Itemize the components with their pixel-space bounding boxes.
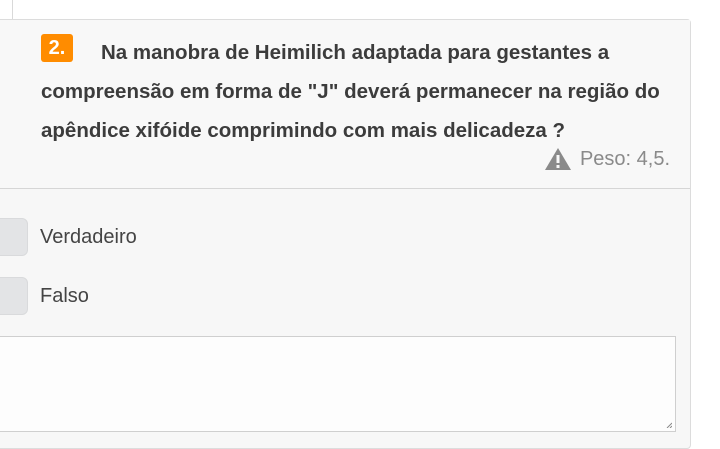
option-false-checkbox[interactable] <box>0 277 28 315</box>
option-true-checkbox[interactable] <box>0 218 28 256</box>
option-false-label: Falso <box>40 284 89 307</box>
resize-grip-icon[interactable] <box>666 422 672 428</box>
top-strip-edge <box>12 0 13 20</box>
weight-label: Peso: 4,5. <box>579 147 670 170</box>
warning-triangle-icon <box>544 148 571 170</box>
question-text: Na manobra de Heimilich adaptada para ge… <box>41 41 660 142</box>
top-strip <box>0 0 720 20</box>
question-header: 2. Na manobra de Heimilich adaptada para… <box>0 20 690 189</box>
option-false[interactable]: Falso <box>0 277 89 315</box>
question-weight: Peso: 4,5. <box>544 144 670 174</box>
option-true[interactable]: Verdadeiro <box>0 218 137 256</box>
option-true-label: Verdadeiro <box>40 225 137 248</box>
answer-textarea[interactable] <box>0 336 676 432</box>
